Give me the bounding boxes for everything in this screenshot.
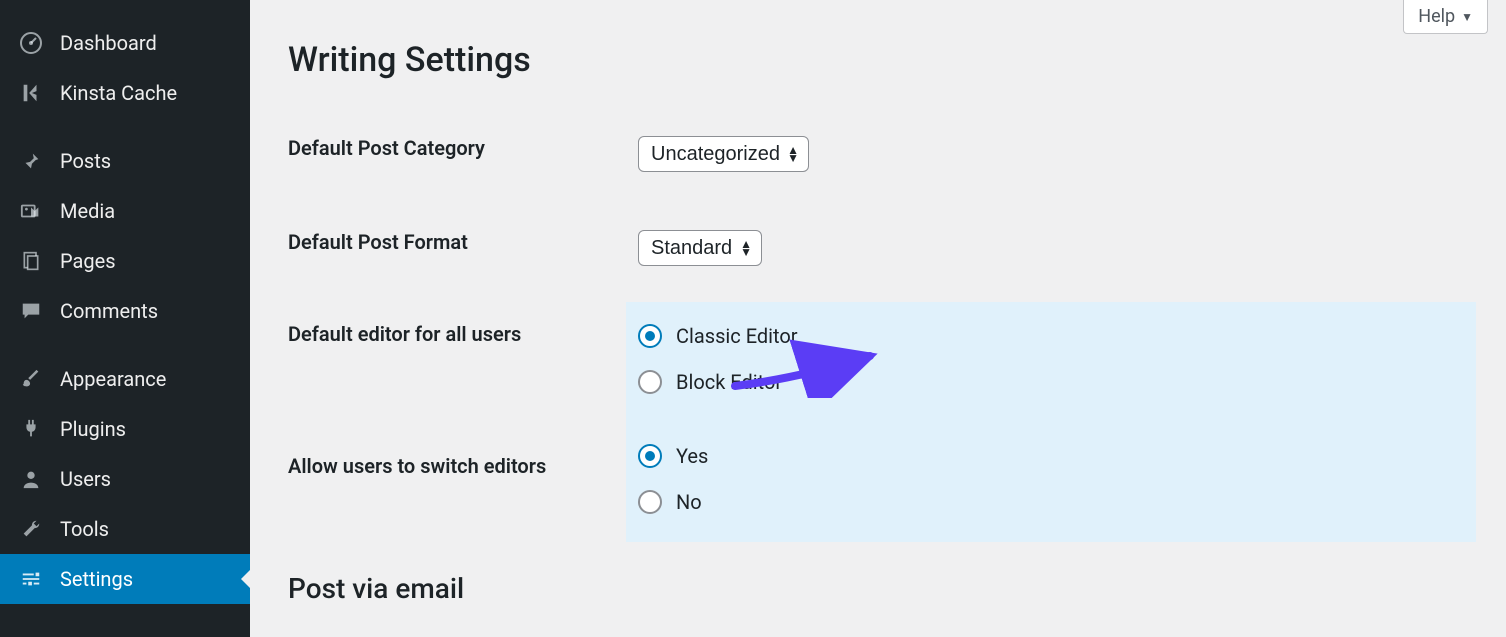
main-content: Help ▼ Writing Settings Default Post Cat… — [250, 0, 1506, 637]
radio-label: Block Editor — [676, 370, 782, 394]
brush-icon — [18, 366, 44, 392]
radio-icon — [638, 324, 662, 348]
sidebar-item-label: Tools — [60, 517, 109, 541]
default-post-category-label: Default Post Category — [288, 120, 638, 188]
radio-label: Classic Editor — [676, 324, 798, 348]
sidebar-item-comments[interactable]: Comments — [0, 286, 250, 336]
sidebar-item-label: Posts — [60, 149, 111, 173]
sidebar-item-posts[interactable]: Posts — [0, 136, 250, 186]
radio-label: Yes — [676, 444, 708, 468]
wrench-icon — [18, 516, 44, 542]
sidebar-item-kinsta-cache[interactable]: Kinsta Cache — [0, 68, 250, 118]
editor-classic-option[interactable]: Classic Editor — [638, 324, 1464, 348]
help-label: Help — [1418, 6, 1455, 27]
sidebar-item-label: Kinsta Cache — [60, 81, 177, 105]
switch-no-option[interactable]: No — [638, 490, 1464, 514]
default-editor-label: Default editor for all users — [288, 302, 638, 346]
allow-switch-label: Allow users to switch editors — [288, 346, 638, 478]
radio-label: No — [676, 490, 702, 514]
kinsta-icon — [18, 80, 44, 106]
post-via-email-heading: Post via email — [288, 572, 1476, 605]
editor-settings-highlight: Classic Editor Block Editor Yes No — [626, 302, 1476, 542]
sidebar-item-tools[interactable]: Tools — [0, 504, 250, 554]
sidebar-item-label: Plugins — [60, 417, 126, 441]
admin-sidebar: Dashboard Kinsta Cache Posts Media Pages… — [0, 0, 250, 637]
pin-icon — [18, 148, 44, 174]
radio-icon — [638, 444, 662, 468]
sidebar-item-label: Users — [60, 467, 111, 491]
default-post-format-select[interactable]: Standard — [638, 230, 762, 266]
caret-down-icon: ▼ — [1461, 10, 1473, 24]
default-post-format-label: Default Post Format — [288, 214, 638, 282]
sidebar-item-label: Media — [60, 199, 115, 223]
settings-form-table: Default Post Category Uncategorized ▲▼ D… — [288, 120, 1476, 282]
radio-icon — [638, 490, 662, 514]
sidebar-item-dashboard[interactable]: Dashboard — [0, 18, 250, 68]
sidebar-item-label: Comments — [60, 299, 158, 323]
sidebar-item-appearance[interactable]: Appearance — [0, 354, 250, 404]
sidebar-item-users[interactable]: Users — [0, 454, 250, 504]
sidebar-item-label: Dashboard — [60, 31, 157, 55]
user-icon — [18, 466, 44, 492]
editor-block-option[interactable]: Block Editor — [638, 370, 1464, 394]
dashboard-icon — [18, 30, 44, 56]
sidebar-item-label: Appearance — [60, 367, 166, 391]
sliders-icon — [18, 566, 44, 592]
page-title: Writing Settings — [288, 40, 1476, 80]
sidebar-item-label: Settings — [60, 567, 133, 591]
sidebar-item-media[interactable]: Media — [0, 186, 250, 236]
sidebar-item-settings[interactable]: Settings — [0, 554, 250, 604]
radio-icon — [638, 370, 662, 394]
plug-icon — [18, 416, 44, 442]
media-icon — [18, 198, 44, 224]
pages-icon — [18, 248, 44, 274]
switch-yes-option[interactable]: Yes — [638, 444, 1464, 468]
default-post-category-select[interactable]: Uncategorized — [638, 136, 809, 172]
sidebar-item-pages[interactable]: Pages — [0, 236, 250, 286]
sidebar-item-label: Pages — [60, 249, 116, 273]
help-button[interactable]: Help ▼ — [1403, 0, 1488, 34]
sidebar-item-plugins[interactable]: Plugins — [0, 404, 250, 454]
comment-icon — [18, 298, 44, 324]
